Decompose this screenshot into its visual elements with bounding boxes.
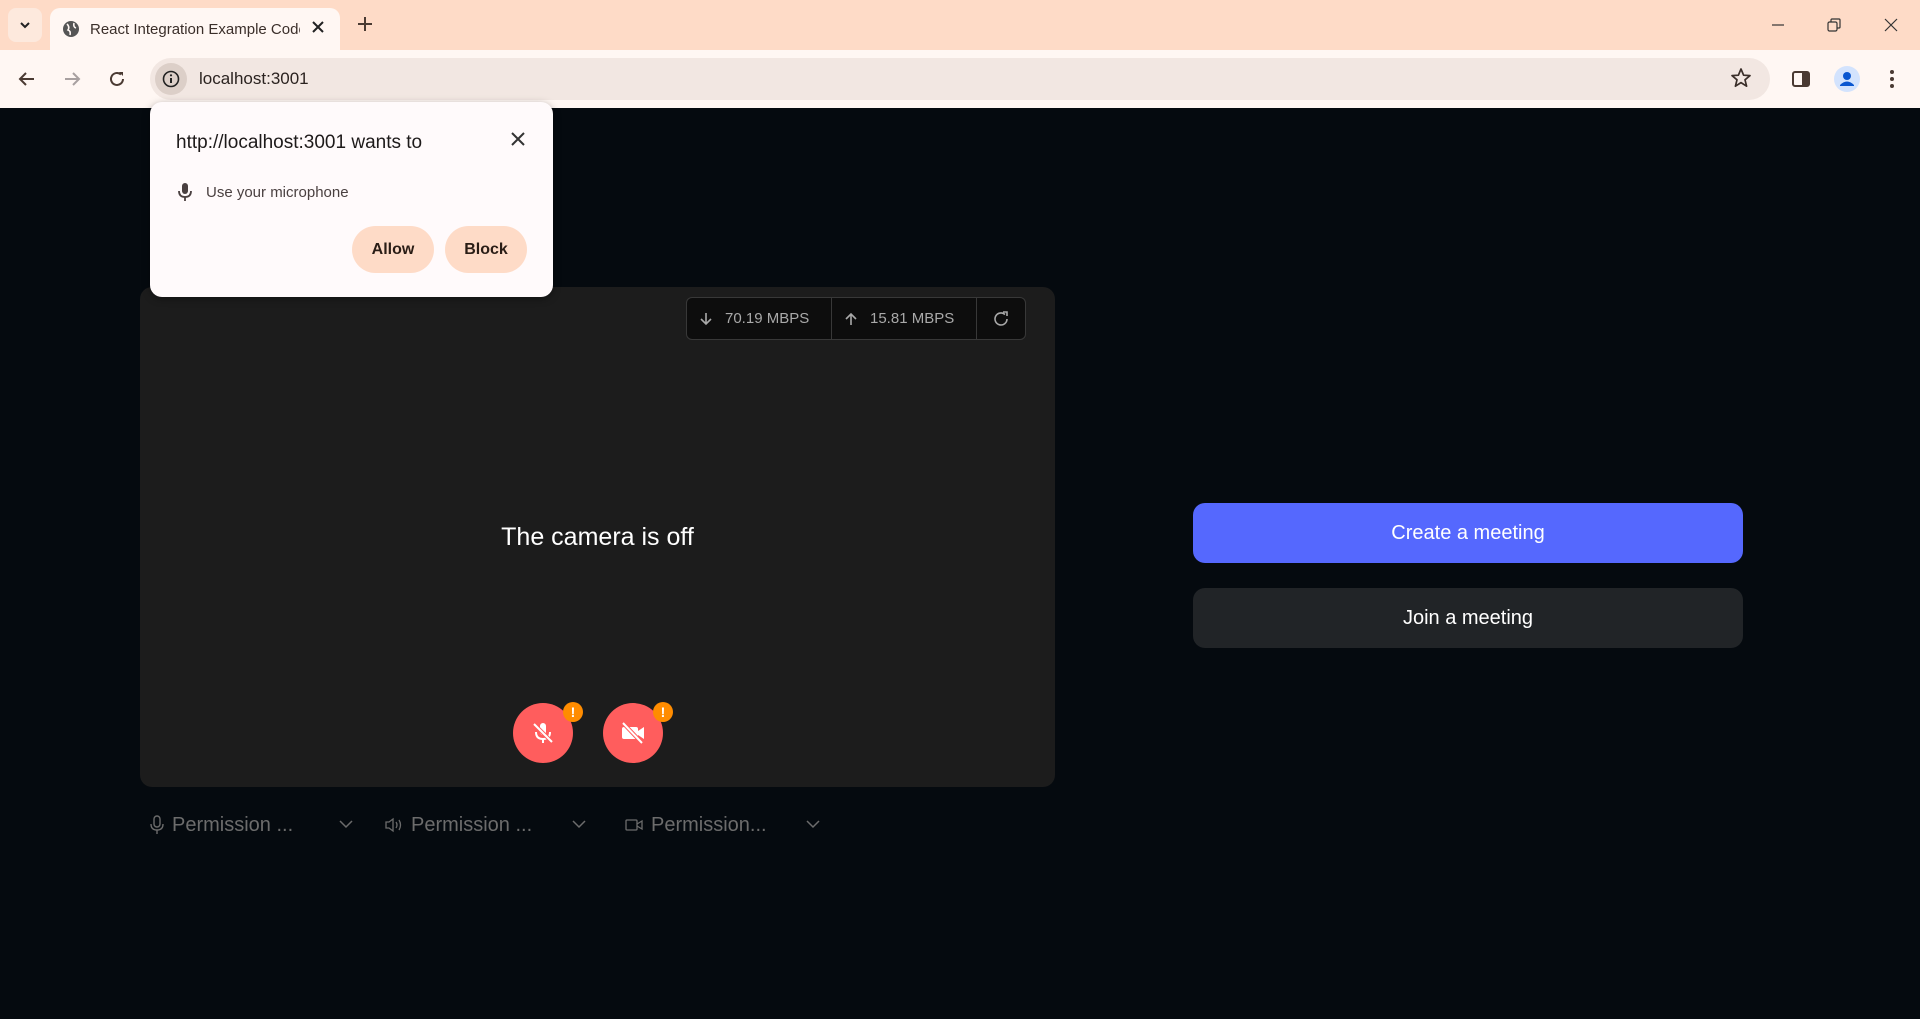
arrow-right-icon [65, 72, 81, 86]
create-meeting-button[interactable]: Create a meeting [1193, 503, 1743, 563]
browser-tab[interactable]: React Integration Example Code [50, 8, 340, 50]
info-icon [162, 70, 180, 88]
speaker-icon [385, 817, 402, 833]
tab-search-button[interactable] [8, 8, 42, 42]
speaker-select[interactable]: Permission ... [385, 810, 590, 840]
network-stats: 70.19 MBPS 15.81 MBPS [686, 297, 1026, 340]
allow-button[interactable]: Allow [352, 226, 434, 273]
video-camera-icon [625, 819, 643, 831]
chevron-down-icon [339, 820, 353, 829]
popup-title: http://localhost:3001 wants to [176, 132, 423, 153]
tab-title: React Integration Example Code [90, 20, 300, 38]
camera-status-text: The camera is off [501, 523, 694, 551]
refresh-icon [994, 310, 1008, 326]
microphone-select-label: Permission ... [172, 813, 294, 836]
chevron-down-icon [806, 820, 820, 829]
microphone-off-icon [532, 722, 554, 744]
camera-warning-badge: ! [653, 702, 673, 722]
reload-icon [110, 71, 124, 86]
browser-titlebar: React Integration Example Code [0, 0, 1920, 50]
block-button[interactable]: Block [445, 226, 527, 273]
address-bar[interactable]: localhost:3001 [150, 58, 1770, 100]
microphone-icon [178, 183, 192, 201]
browser-toolbar: localhost:3001 [0, 50, 1920, 108]
star-icon [1731, 68, 1751, 88]
side-panel-button[interactable] [1784, 62, 1818, 96]
chevron-down-icon [20, 22, 30, 29]
url-text[interactable]: localhost:3001 [199, 69, 309, 89]
speaker-select-label: Permission ... [411, 813, 533, 836]
arrow-down-icon [700, 312, 712, 325]
restore-icon [1827, 18, 1841, 32]
upload-speed-value: 15.81 MBPS [870, 310, 955, 327]
back-button[interactable] [10, 62, 44, 96]
toggle-microphone-button[interactable]: ! [513, 702, 583, 763]
profile-icon [1834, 66, 1860, 92]
chevron-down-icon [572, 820, 586, 829]
arrow-left-icon [18, 72, 34, 86]
new-tab-button[interactable] [352, 12, 378, 38]
microphone-icon [150, 815, 164, 834]
popup-close-button[interactable] [507, 128, 529, 150]
permission-text: Use your microphone [206, 183, 349, 201]
close-icon [312, 21, 324, 33]
microphone-select[interactable]: Permission ... [150, 810, 355, 840]
permission-request: Use your microphone [176, 182, 349, 202]
video-off-icon [621, 721, 644, 745]
plus-icon [358, 17, 372, 31]
camera-select-label: Permission... [651, 813, 767, 836]
toggle-camera-button[interactable]: ! [603, 702, 673, 763]
join-meeting-button[interactable]: Join a meeting [1193, 588, 1743, 648]
minimize-icon [1772, 24, 1784, 26]
close-icon [1884, 18, 1898, 32]
upload-speed: 15.81 MBPS [832, 298, 977, 339]
permission-popup: http://localhost:3001 wants to Use your … [150, 102, 553, 297]
reload-button[interactable] [100, 62, 134, 96]
arrow-up-icon [845, 312, 857, 325]
camera-select[interactable]: Permission... [625, 810, 830, 840]
forward-button[interactable] [55, 62, 89, 96]
site-info-button[interactable] [155, 63, 187, 95]
restore-button[interactable] [1814, 10, 1854, 40]
close-window-button[interactable] [1871, 10, 1911, 40]
mic-warning-badge: ! [563, 702, 583, 722]
download-speed-value: 70.19 MBPS [725, 310, 810, 327]
bookmark-button[interactable] [1730, 67, 1752, 94]
video-preview-panel: 70.19 MBPS 15.81 MBPS The camera is off … [140, 287, 1055, 787]
side-panel-icon [1792, 71, 1810, 87]
minimize-button[interactable] [1758, 10, 1798, 40]
refresh-stats-button[interactable] [977, 298, 1025, 339]
tab-close-button[interactable] [308, 20, 328, 38]
download-speed: 70.19 MBPS [687, 298, 832, 339]
globe-icon [63, 21, 79, 37]
browser-menu-button[interactable] [1875, 62, 1909, 96]
close-icon [511, 132, 525, 146]
profile-button[interactable] [1830, 62, 1864, 96]
kebab-menu-icon [1890, 70, 1894, 88]
